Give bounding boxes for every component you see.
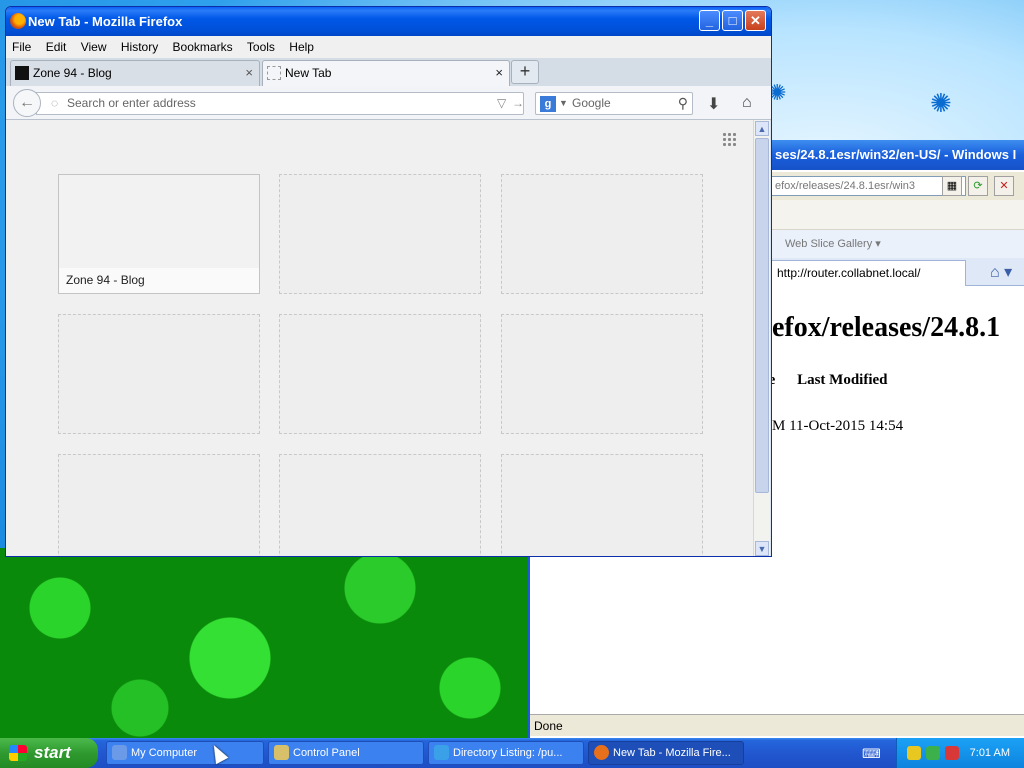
- menu-edit[interactable]: Edit: [41, 36, 72, 58]
- back-button[interactable]: ←: [13, 89, 41, 117]
- tab-new-tab[interactable]: New Tab ×: [262, 60, 510, 86]
- task-label: Control Panel: [293, 747, 360, 759]
- ie-page-heading: efox/releases/24.8.1: [772, 312, 1001, 343]
- network-icon[interactable]: [926, 746, 940, 760]
- ie-stop-icon[interactable]: ✕: [994, 176, 1014, 196]
- ie-web-slice-gallery[interactable]: Web Slice Gallery ▾: [785, 237, 881, 250]
- desktop-sparkle: ✺: [930, 88, 952, 118]
- task-label: New Tab - Mozilla Fire...: [613, 747, 731, 759]
- tab-label: Zone 94 - Blog: [33, 66, 112, 80]
- tab-zone94[interactable]: Zone 94 - Blog ×: [10, 60, 260, 86]
- minimize-button[interactable]: _: [699, 10, 720, 31]
- ie-home-icon[interactable]: ⌂ ▾: [990, 262, 1012, 282]
- firefox-title: New Tab - Mozilla Firefox: [28, 14, 183, 29]
- menu-bar: File Edit View History Bookmarks Tools H…: [6, 36, 771, 58]
- empty-tile: [501, 454, 703, 556]
- zone94-favicon: [15, 66, 29, 80]
- ie-listing-row: M 11-Oct-2015 14:54: [772, 418, 904, 434]
- address-bar[interactable]: ◌ Search or enter address ▽ →: [36, 92, 524, 115]
- task-label: My Computer: [131, 747, 198, 759]
- menu-help[interactable]: Help: [284, 36, 319, 58]
- home-icon[interactable]: ⌂: [742, 94, 752, 112]
- engine-dropdown-icon[interactable]: ▼: [559, 93, 568, 114]
- security-shield-icon[interactable]: [907, 746, 921, 760]
- clock: 7:01 AM: [969, 747, 1010, 759]
- grid-toggle-icon[interactable]: [722, 132, 736, 146]
- system-tray: 7:01 AM: [896, 738, 1024, 768]
- close-button[interactable]: ✕: [745, 10, 766, 31]
- empty-tile: [279, 174, 481, 294]
- empty-tile: [58, 314, 260, 434]
- menu-view[interactable]: View: [76, 36, 112, 58]
- tab-close-icon[interactable]: ×: [245, 61, 253, 85]
- new-tab-page: Zone 94 - Blog: [6, 120, 753, 556]
- scroll-down-icon[interactable]: ▼: [755, 541, 769, 556]
- firefox-window[interactable]: New Tab - Mozilla Firefox _ □ ✕ File Edi…: [5, 6, 772, 557]
- start-label: start: [34, 743, 71, 762]
- windows-flag-icon: [9, 745, 27, 761]
- identity-icon: ◌: [51, 96, 59, 110]
- firefox-icon: [594, 745, 609, 760]
- computer-icon: [112, 745, 127, 760]
- empty-tile: [58, 454, 260, 556]
- desktop-grass: [0, 548, 540, 738]
- vertical-scrollbar[interactable]: ▲ ▼: [753, 120, 770, 556]
- empty-tile: [279, 314, 481, 434]
- tab-strip: Zone 94 - Blog × New Tab × +: [6, 58, 771, 86]
- new-tab-button[interactable]: +: [511, 60, 539, 84]
- downloads-icon[interactable]: ⬇: [707, 94, 720, 114]
- ie-listing-header: ze Last Modified: [762, 372, 888, 389]
- start-button[interactable]: start: [0, 738, 98, 768]
- firefox-title-bar[interactable]: New Tab - Mozilla Firefox: [6, 7, 771, 36]
- ie-tab[interactable]: http://router.collabnet.local/: [770, 260, 966, 286]
- control-panel-icon: [274, 745, 289, 760]
- search-bar[interactable]: g ▼ Google ⚲: [535, 92, 693, 115]
- ie-refresh-icon[interactable]: ⟳: [968, 176, 988, 196]
- ie-icon: [434, 745, 449, 760]
- new-tab-favicon: [267, 66, 281, 80]
- menu-tools[interactable]: Tools: [242, 36, 280, 58]
- taskbar: start My Computer Control Panel Director…: [0, 738, 1024, 768]
- scroll-thumb[interactable]: [755, 138, 769, 493]
- empty-tile: [279, 454, 481, 556]
- history-dropdown-icon[interactable]: ▽: [497, 93, 506, 114]
- task-new-tab-firefox[interactable]: New Tab - Mozilla Fire...: [588, 741, 744, 765]
- task-directory-listing[interactable]: Directory Listing: /pu...: [428, 741, 584, 765]
- ie-compat-icon[interactable]: ▦: [942, 176, 962, 196]
- search-engine-label: Google: [572, 96, 611, 110]
- tab-label: New Tab: [285, 66, 332, 80]
- menu-file[interactable]: File: [7, 36, 36, 58]
- nav-toolbar: ◌ Search or enter address ▽ → ← g ▼ Goog…: [6, 86, 771, 120]
- go-arrow-icon[interactable]: →: [512, 93, 524, 114]
- empty-tile: [501, 174, 703, 294]
- google-icon[interactable]: g: [540, 96, 556, 112]
- menu-history[interactable]: History: [116, 36, 163, 58]
- search-icon[interactable]: ⚲: [678, 93, 688, 114]
- ie-col-modified[interactable]: Last Modified: [797, 372, 887, 388]
- address-placeholder: Search or enter address: [67, 96, 196, 110]
- task-label: Directory Listing: /pu...: [453, 747, 563, 759]
- maximize-button[interactable]: □: [722, 10, 743, 31]
- tile-caption: Zone 94 - Blog: [59, 268, 259, 293]
- firefox-logo-icon: [10, 13, 26, 29]
- alert-shield-icon[interactable]: [945, 746, 959, 760]
- task-control-panel[interactable]: Control Panel: [268, 741, 424, 765]
- tab-close-icon[interactable]: ×: [495, 61, 503, 85]
- tile-zone94[interactable]: Zone 94 - Blog: [58, 174, 260, 294]
- ie-address-field[interactable]: efox/releases/24.8.1esr/win3: [770, 176, 966, 196]
- keyboard-icon[interactable]: ⌨: [862, 746, 881, 762]
- scroll-up-icon[interactable]: ▲: [755, 121, 769, 136]
- task-my-computer[interactable]: My Computer: [106, 741, 264, 765]
- menu-bookmarks[interactable]: Bookmarks: [168, 36, 238, 58]
- ie-status-bar: Done: [530, 714, 1024, 736]
- empty-tile: [501, 314, 703, 434]
